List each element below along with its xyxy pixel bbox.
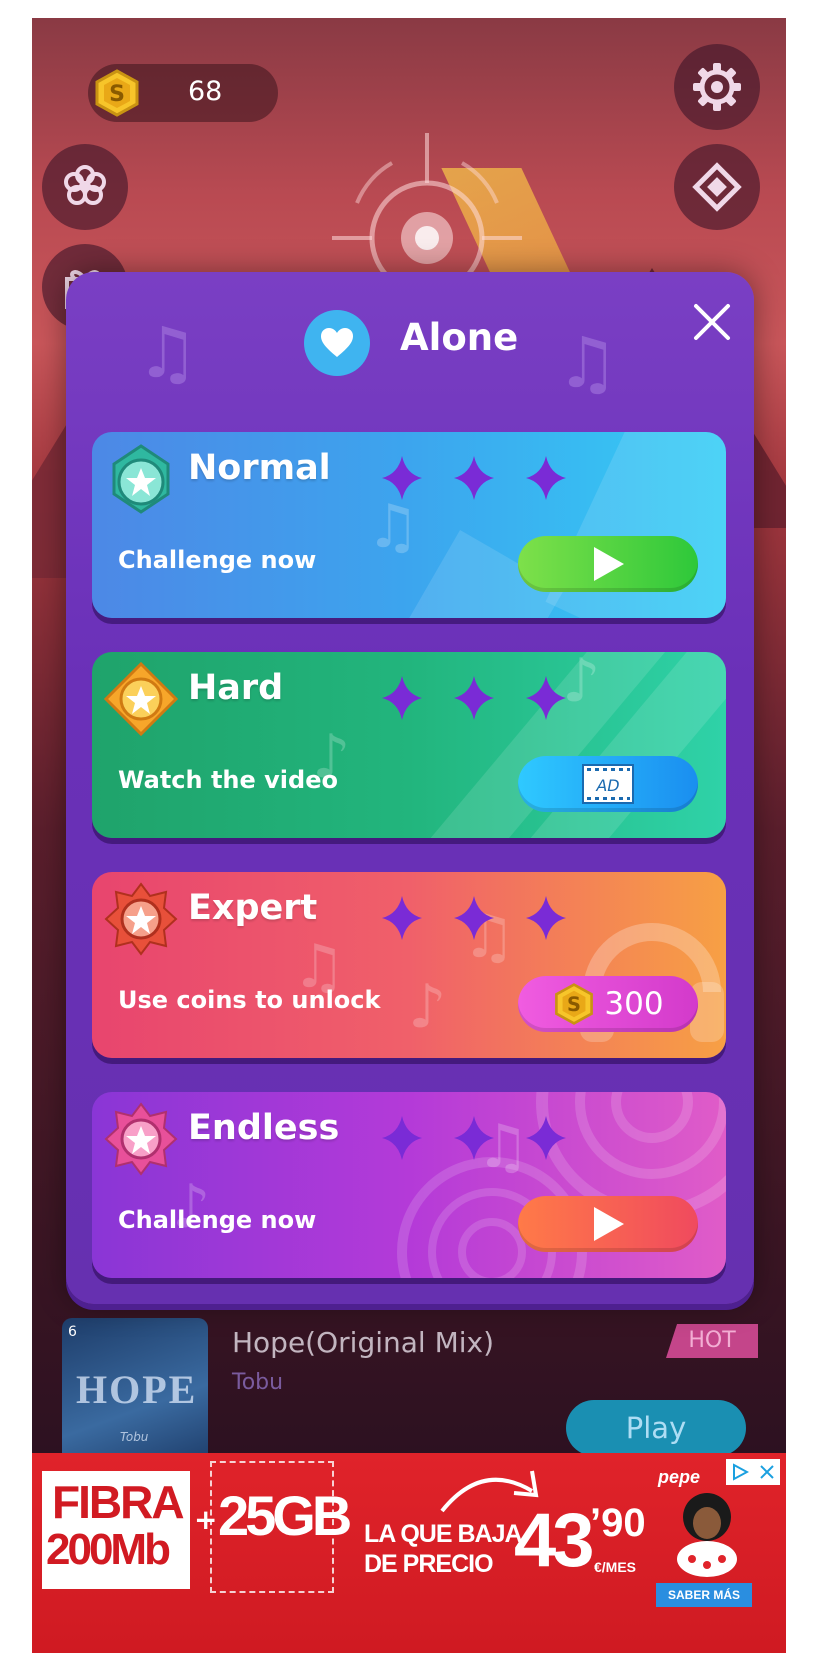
ad-banner[interactable]: FIBRA 200Mb + 25GB LA QUE BAJA DE PRECIO… <box>32 1453 786 1653</box>
mode-name: Expert <box>188 888 318 928</box>
ad-video-icon: AD <box>582 764 634 804</box>
unlock-price: 300 <box>604 986 664 1022</box>
mode-name: Hard <box>188 668 284 708</box>
ad-fibra-line2: 200Mb <box>46 1525 171 1574</box>
mode-card-hard: ♪ ♪ Hard Watch the video AD <box>92 652 726 838</box>
heart-icon <box>321 328 353 357</box>
album-art: 6 HOPE Tobu <box>62 1318 208 1464</box>
ad-fibra-box: FIBRA 200Mb <box>42 1471 190 1589</box>
diamond-icon <box>692 162 742 212</box>
mode-card-normal: ♫ Normal Challenge now <box>92 432 726 618</box>
mode-card-expert: ♫ ♫ ♪ Expert Use coins to unlock S 300 <box>92 872 726 1058</box>
difficulty-stars <box>382 456 566 500</box>
mode-card-endless: ♫ ♪ Endless Challenge now <box>92 1092 726 1278</box>
ad-info-icon[interactable] <box>731 1463 749 1481</box>
mode-description: Watch the video <box>118 766 338 794</box>
mode-name: Normal <box>188 448 331 488</box>
song-rank: 6 <box>68 1324 77 1340</box>
settings-button[interactable] <box>674 44 760 130</box>
ad-headline: LA QUE BAJA DE PRECIO <box>364 1519 523 1579</box>
ad-headline-line2: DE PRECIO <box>364 1550 494 1578</box>
coin-icon: S <box>95 69 139 117</box>
dialog-header: Alone <box>66 308 754 378</box>
ad-fibra-line1: FIBRA <box>52 1476 185 1528</box>
collection-button[interactable] <box>42 144 128 230</box>
coin-counter: S 68 <box>88 64 278 122</box>
ad-brand-logo: pepe <box>658 1467 701 1487</box>
song-title: Hope(Original Mix) <box>232 1326 495 1359</box>
mode-description: Challenge now <box>118 546 317 574</box>
ad-gb: 25GB <box>218 1484 352 1547</box>
ad-price-unit: €/MES <box>594 1559 637 1575</box>
song-list-item[interactable]: 6 HOPE Tobu Hope(Original Mix) Tobu HOT … <box>62 1308 758 1468</box>
song-artist: Tobu <box>232 1370 284 1395</box>
ad-price-cents: ’90 <box>590 1501 646 1545</box>
difficulty-dialog: ♫ ♫ Alone ♫ Normal Challenge now ♪ ♪ Har… <box>66 272 754 1304</box>
hot-badge: HOT <box>666 1324 758 1358</box>
ad-headline-line1: LA QUE BAJA <box>364 1520 523 1548</box>
mode-name: Endless <box>188 1108 340 1148</box>
coin-symbol: S <box>567 993 581 1016</box>
mode-description: Use coins to unlock <box>118 986 381 1014</box>
favorite-button[interactable] <box>304 310 370 376</box>
coin-symbol: S <box>109 82 125 107</box>
normal-play-button[interactable] <box>518 536 698 592</box>
difficulty-stars <box>382 1116 566 1160</box>
close-icon[interactable] <box>759 1464 775 1480</box>
normal-badge-icon <box>112 444 170 514</box>
album-art-title: HOPE <box>76 1367 198 1412</box>
expert-unlock-button[interactable]: S 300 <box>518 976 698 1032</box>
coin-count: 68 <box>188 76 223 107</box>
song-name-title: Alone <box>400 316 519 359</box>
album-art-artist: Tobu <box>120 1430 149 1444</box>
ad-label: AD <box>595 776 619 795</box>
skin-button[interactable] <box>674 144 760 230</box>
mode-description: Challenge now <box>118 1206 317 1234</box>
hard-watch-ad-button[interactable]: AD <box>518 756 698 812</box>
ad-mascot <box>677 1493 737 1577</box>
hard-badge-icon <box>104 662 178 736</box>
song-play-button[interactable]: Play <box>566 1400 746 1456</box>
gear-icon <box>693 63 741 111</box>
play-icon <box>594 547 624 581</box>
endless-play-button[interactable] <box>518 1196 698 1252</box>
flower-icon <box>64 165 106 205</box>
play-icon <box>594 1207 624 1241</box>
endless-badge-icon <box>104 1102 178 1176</box>
expert-badge-icon <box>104 882 178 956</box>
difficulty-stars <box>382 896 566 940</box>
coin-icon: S <box>555 983 594 1025</box>
ad-price: 43 <box>514 1498 595 1583</box>
difficulty-stars <box>382 676 566 720</box>
ad-choices[interactable] <box>726 1459 780 1485</box>
ad-cta-button[interactable]: SABER MÁS <box>656 1583 752 1607</box>
